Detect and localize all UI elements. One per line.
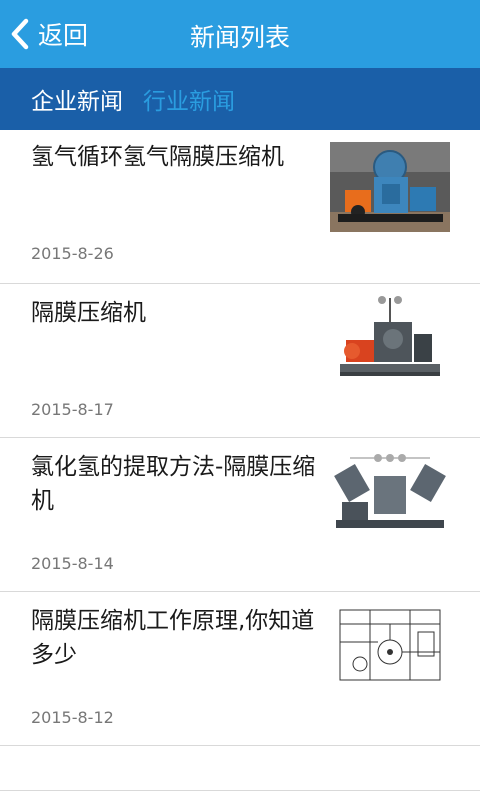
compressor-photo	[330, 294, 450, 384]
tab-industry-news[interactable]: 行业新闻	[143, 82, 235, 116]
news-title: 氯化氢的提取方法-隔膜压缩机	[31, 454, 316, 514]
tab-bar: 企业新闻 行业新闻	[0, 68, 480, 130]
compressor-photo	[330, 142, 450, 232]
news-title: 隔膜压缩机工作原理,你知道多少	[31, 608, 315, 668]
page-title: 新闻列表	[189, 23, 290, 52]
tab-company-news[interactable]: 企业新闻	[31, 82, 123, 116]
news-item[interactable]: 氯化氢的提取方法-隔膜压缩机 2015-8-14	[0, 438, 480, 592]
news-list: 氢气循环氢气隔膜压缩机 2015-8-26 隔膜压缩机 2015-8-17 氯化…	[0, 130, 480, 746]
news-date: 2015-8-17	[31, 400, 114, 419]
news-item[interactable]: 隔膜压缩机工作原理,你知道多少 2015-8-12	[0, 592, 480, 746]
compressor-photo	[330, 448, 450, 538]
schematic-diagram	[330, 602, 450, 692]
list-divider	[0, 790, 480, 791]
news-item[interactable]: 氢气循环氢气隔膜压缩机 2015-8-26	[0, 130, 480, 284]
news-date: 2015-8-12	[31, 708, 114, 727]
news-title: 隔膜压缩机	[31, 300, 146, 326]
news-date: 2015-8-14	[31, 554, 114, 573]
news-date: 2015-8-26	[31, 244, 114, 263]
app-header: 返回 新闻列表	[0, 0, 480, 68]
news-title: 氢气循环氢气隔膜压缩机	[31, 144, 284, 170]
news-item[interactable]: 隔膜压缩机 2015-8-17	[0, 284, 480, 438]
